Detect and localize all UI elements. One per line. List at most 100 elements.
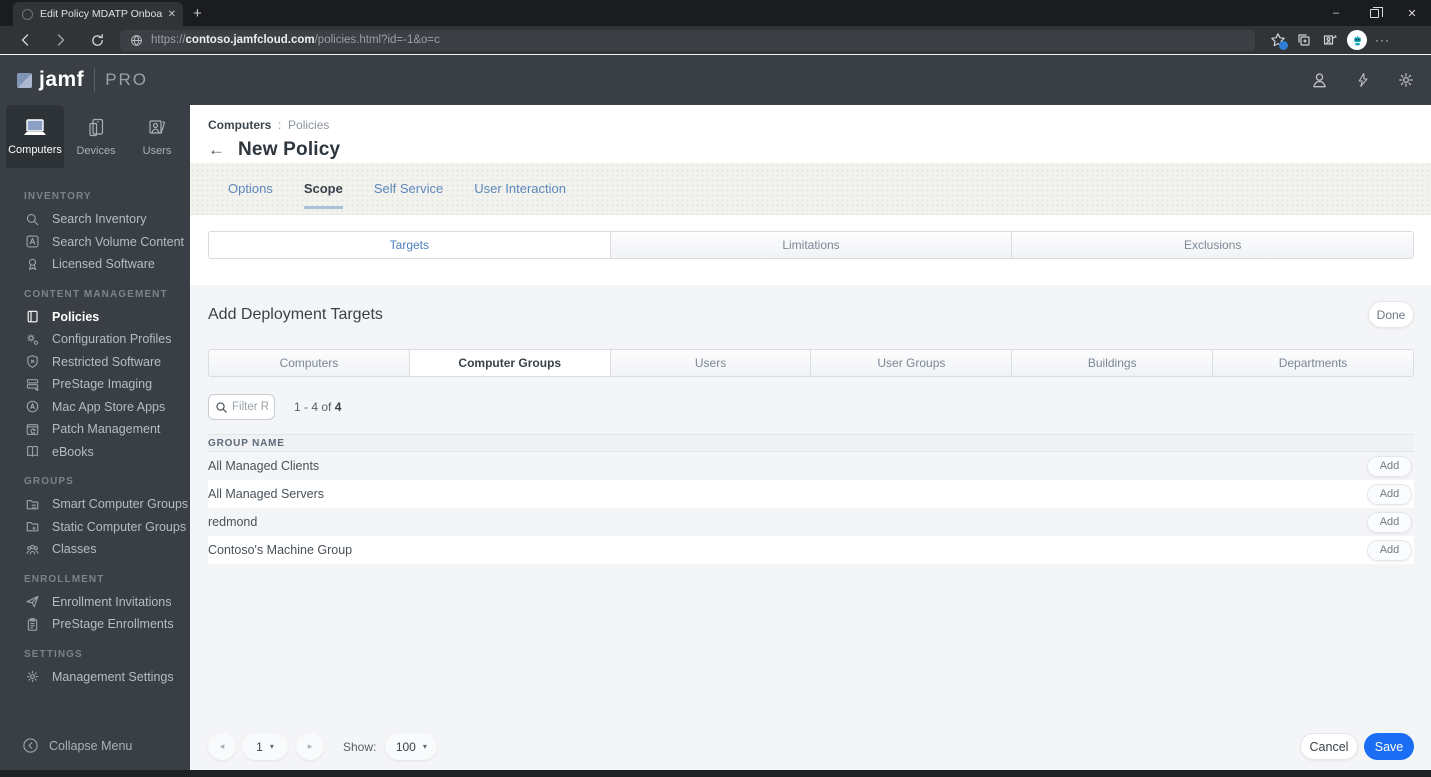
- tab-options[interactable]: Options: [228, 163, 273, 214]
- app-store-icon: [24, 399, 41, 414]
- people-icon: [24, 542, 41, 557]
- nav-devices[interactable]: Devices: [67, 105, 125, 168]
- sidebar-item-management-settings[interactable]: Management Settings: [0, 666, 190, 689]
- share-person-icon[interactable]: [1317, 32, 1343, 48]
- segment-exclusions[interactable]: Exclusions: [1011, 232, 1413, 258]
- tab-label: Options: [228, 181, 273, 196]
- done-button[interactable]: Done: [1368, 301, 1414, 328]
- sidebar-item-smart-computer-groups[interactable]: Smart Computer Groups: [0, 493, 190, 516]
- breadcrumb-policies[interactable]: Policies: [288, 118, 329, 132]
- table-row: All Managed Clients Add: [208, 452, 1414, 480]
- sidebar-item-mac-app-store-apps[interactable]: Mac App Store Apps: [0, 396, 190, 419]
- results-count: 1 - 4 of 4: [294, 400, 342, 414]
- nav-users[interactable]: Users: [128, 105, 186, 168]
- sidebar-item-search-inventory[interactable]: Search Inventory: [0, 208, 190, 231]
- page-select[interactable]: 1 ▾: [242, 733, 288, 760]
- sidebar-item-enrollment-invitations[interactable]: Enrollment Invitations: [0, 591, 190, 614]
- settings-gear-icon[interactable]: [1397, 71, 1415, 89]
- target-tab-computer-groups[interactable]: Computer Groups: [408, 350, 610, 376]
- new-tab-button[interactable]: +: [193, 5, 202, 22]
- restore-button[interactable]: [1355, 0, 1393, 26]
- sidebar-item-classes[interactable]: Classes: [0, 538, 190, 561]
- window-bottom-edge: [0, 770, 1431, 777]
- jamf-logo: jamf PRO: [17, 68, 148, 92]
- collapse-arrow-icon: [22, 737, 39, 754]
- gears-icon: [24, 332, 41, 347]
- prev-page-button[interactable]: ◂: [208, 733, 236, 760]
- favorites-star-icon[interactable]: [1265, 32, 1291, 50]
- chevron-down-icon: ▾: [422, 742, 427, 751]
- browser-tab[interactable]: Edit Policy MDATP Onboarding C ✕: [13, 2, 183, 26]
- nav-computers[interactable]: Computers: [6, 105, 64, 168]
- page-size-value: 100: [395, 739, 416, 754]
- sidebar-item-label: Classes: [52, 542, 97, 557]
- segment-targets[interactable]: Targets: [209, 232, 610, 258]
- sidebar-item-ebooks[interactable]: eBooks: [0, 441, 190, 464]
- patch-window-icon: [24, 422, 41, 437]
- target-tab-user-groups[interactable]: User Groups: [810, 350, 1012, 376]
- target-tab-buildings[interactable]: Buildings: [1011, 350, 1213, 376]
- cancel-button[interactable]: Cancel: [1300, 733, 1358, 760]
- sidebar-item-policies[interactable]: Policies: [0, 306, 190, 329]
- add-button[interactable]: Add: [1367, 539, 1412, 561]
- account-icon[interactable]: [1310, 71, 1329, 90]
- collections-icon[interactable]: [1291, 32, 1317, 48]
- back-arrow-icon[interactable]: ←: [208, 140, 225, 160]
- page-title: New Policy: [238, 139, 341, 160]
- refresh-icon[interactable]: [86, 33, 108, 48]
- page-size-select[interactable]: 100 ▾: [385, 733, 438, 760]
- sidebar-item-prestage-enrollments[interactable]: PreStage Enrollments: [0, 613, 190, 636]
- show-label: Show:: [343, 739, 377, 754]
- sidebar-item-configuration-profiles[interactable]: Configuration Profiles: [0, 328, 190, 351]
- sidebar-item-static-computer-groups[interactable]: Static Computer Groups: [0, 516, 190, 539]
- sidebar-item-licensed-software[interactable]: Licensed Software: [0, 253, 190, 276]
- breadcrumb-computers[interactable]: Computers: [208, 118, 271, 132]
- sidebar-item-restricted-software[interactable]: Restricted Software: [0, 351, 190, 374]
- minimize-button[interactable]: –: [1317, 0, 1355, 26]
- book-icon: [24, 444, 41, 459]
- filter-input-wrapper: [208, 394, 275, 420]
- forward-icon[interactable]: [50, 32, 72, 48]
- profile-avatar[interactable]: [1347, 30, 1367, 50]
- add-button[interactable]: Add: [1367, 455, 1412, 477]
- add-button[interactable]: Add: [1367, 511, 1412, 533]
- devices-icon: [85, 117, 107, 139]
- computers-icon: [22, 118, 48, 138]
- next-page-button[interactable]: ▸: [296, 733, 324, 760]
- sidebar-item-prestage-imaging[interactable]: PreStage Imaging: [0, 373, 190, 396]
- section-header-enrollment: ENROLLMENT: [24, 573, 105, 585]
- favicon: [22, 8, 33, 20]
- users-icon: [146, 117, 168, 139]
- collapse-menu-button[interactable]: Collapse Menu: [0, 737, 190, 770]
- tab-label: Self Service: [373, 181, 444, 196]
- close-tab-icon[interactable]: ✕: [168, 9, 176, 20]
- paper-plane-icon: [24, 594, 41, 609]
- tab-self-service[interactable]: Self Service: [374, 163, 443, 214]
- sidebar-item-label: Enrollment Invitations: [52, 594, 172, 609]
- filter-input[interactable]: [232, 401, 268, 413]
- url-text: https://contoso.jamfcloud.com/policies.h…: [151, 34, 440, 46]
- sidebar-item-patch-management[interactable]: Patch Management: [0, 418, 190, 441]
- search-icon: [215, 401, 228, 414]
- brand-suffix: PRO: [105, 70, 149, 89]
- address-bar[interactable]: https://contoso.jamfcloud.com/policies.h…: [120, 29, 1255, 51]
- back-icon[interactable]: [14, 32, 36, 48]
- segment-limitations[interactable]: Limitations: [609, 232, 1012, 258]
- add-button[interactable]: Add: [1367, 483, 1412, 505]
- panel-title: Add Deployment Targets: [208, 305, 383, 323]
- target-tab-departments[interactable]: Departments: [1212, 350, 1413, 376]
- license-ribbon-icon: [24, 257, 41, 272]
- policies-icon: [24, 309, 41, 324]
- sidebar-item-search-volume-content[interactable]: Search Volume Content: [0, 231, 190, 254]
- sidebar: Computers Devices Users INVENTORY Search…: [0, 105, 190, 770]
- browser-menu-icon[interactable]: ···: [1375, 33, 1390, 47]
- tab-scope[interactable]: Scope: [303, 163, 343, 214]
- close-window-button[interactable]: ✕: [1393, 0, 1431, 26]
- sidebar-item-label: Management Settings: [52, 669, 174, 684]
- save-button[interactable]: Save: [1364, 733, 1414, 760]
- target-tab-users[interactable]: Users: [609, 350, 811, 376]
- target-tab-computers[interactable]: Computers: [209, 350, 409, 376]
- notifications-bolt-icon[interactable]: [1355, 71, 1371, 89]
- tab-user-interaction[interactable]: User Interaction: [474, 163, 566, 214]
- clipboard-icon: [24, 617, 41, 632]
